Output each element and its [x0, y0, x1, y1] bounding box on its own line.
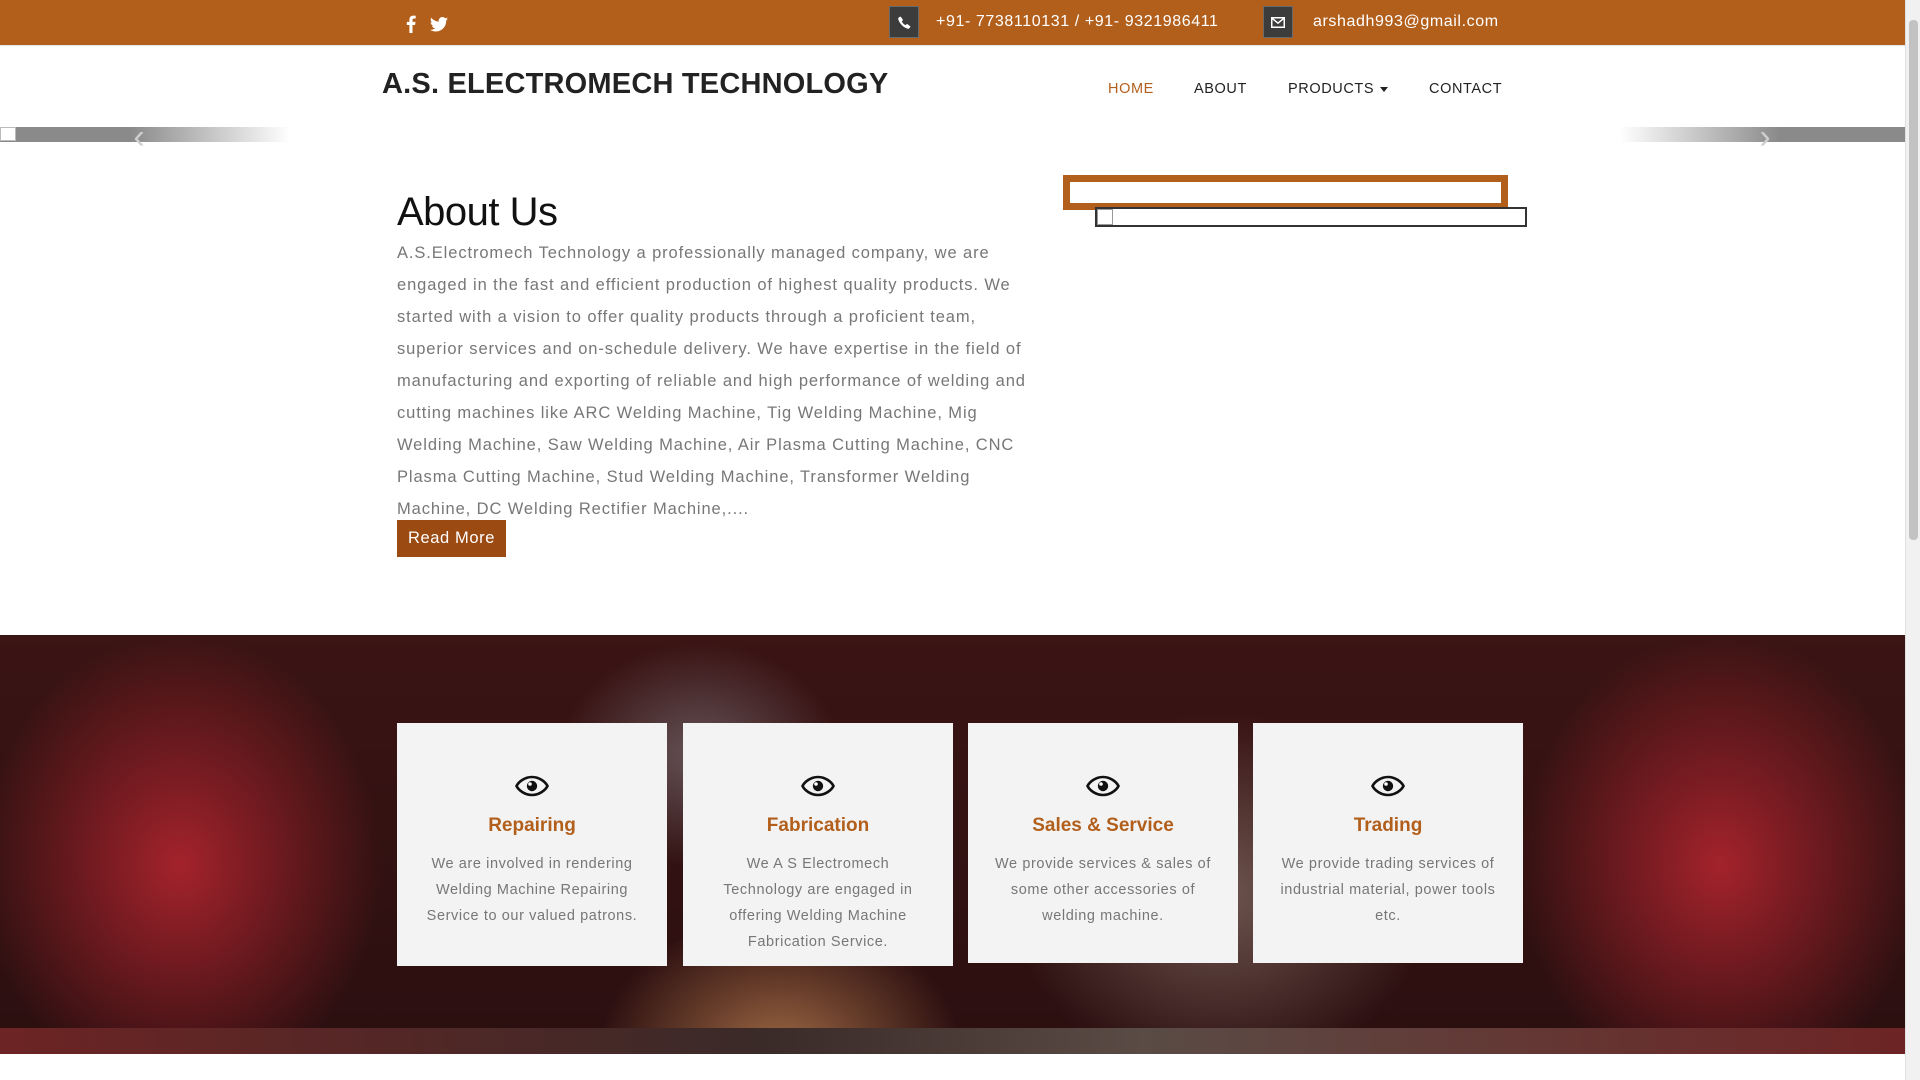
broken-image-icon: [0, 127, 16, 141]
email-link[interactable]: arshadh993@gmail.com: [1313, 13, 1499, 31]
nav-products-label: PRODUCTS: [1288, 81, 1375, 97]
nav-contact[interactable]: CONTACT: [1429, 81, 1502, 97]
phone-icon: [889, 6, 919, 38]
eye-icon: [801, 775, 835, 797]
broken-image-icon: [1097, 209, 1113, 225]
service-title: Repairing: [488, 815, 576, 836]
slider-next-icon[interactable]: ›: [1750, 120, 1780, 154]
twitter-icon[interactable]: [428, 13, 450, 35]
slider-image: [290, 127, 1620, 142]
about-text: A.S.Electromech Technology a professiona…: [397, 244, 1026, 518]
about-title: About Us: [397, 190, 558, 234]
eye-icon: [1086, 775, 1120, 797]
service-card-sales-service[interactable]: Sales & Service We provide services & sa…: [968, 723, 1238, 963]
slider-fade-left: [130, 127, 290, 142]
service-card-trading[interactable]: Trading We provide trading services of i…: [1253, 723, 1523, 963]
service-text: We are involved in rendering Welding Mac…: [426, 856, 638, 924]
site-header: A.S. ELECTROMECH TECHNOLOGY HOME ABOUT P…: [0, 45, 1905, 127]
eye-icon: [515, 775, 549, 797]
services-band-bottom: [0, 1028, 1905, 1054]
service-text: We A S Electromech Technology are engage…: [723, 856, 913, 950]
service-title: Sales & Service: [1032, 815, 1174, 836]
eye-icon: [1371, 775, 1405, 797]
nav-about[interactable]: ABOUT: [1194, 81, 1247, 97]
service-card-repairing[interactable]: Repairing We are involved in rendering W…: [397, 723, 667, 966]
top-bar: +91- 7738110131 / +91- 9321986411 arshad…: [0, 0, 1905, 45]
read-more-button[interactable]: Read More: [397, 520, 506, 557]
service-title: Fabrication: [766, 815, 870, 836]
service-text: We provide services & sales of some othe…: [995, 856, 1211, 924]
service-title: Trading: [1353, 815, 1423, 836]
slider-prev-icon[interactable]: ‹: [124, 120, 154, 154]
phone-numbers[interactable]: +91- 7738110131 / +91- 9321986411: [936, 13, 1219, 31]
service-card-fabrication[interactable]: Fabrication We A S Electromech Technolog…: [683, 723, 953, 966]
caret-down-icon: [1380, 86, 1389, 92]
site-brand[interactable]: A.S. ELECTROMECH TECHNOLOGY: [382, 68, 888, 101]
envelope-icon: [1263, 6, 1293, 38]
about-image-frame: [1063, 175, 1508, 210]
about-image-frame-inner: [1070, 182, 1501, 203]
scrollbar-thumb[interactable]: [1909, 20, 1918, 540]
page-continuation: [0, 1054, 1905, 1080]
hero-slider: [0, 127, 1905, 142]
facebook-icon[interactable]: [400, 13, 422, 35]
nav-products[interactable]: PRODUCTS: [1288, 81, 1389, 97]
about-image: [1095, 207, 1527, 227]
page-scrollbar[interactable]: [1905, 0, 1920, 1080]
service-text: We provide trading services of industria…: [1280, 856, 1496, 924]
nav-home[interactable]: HOME: [1108, 81, 1154, 97]
